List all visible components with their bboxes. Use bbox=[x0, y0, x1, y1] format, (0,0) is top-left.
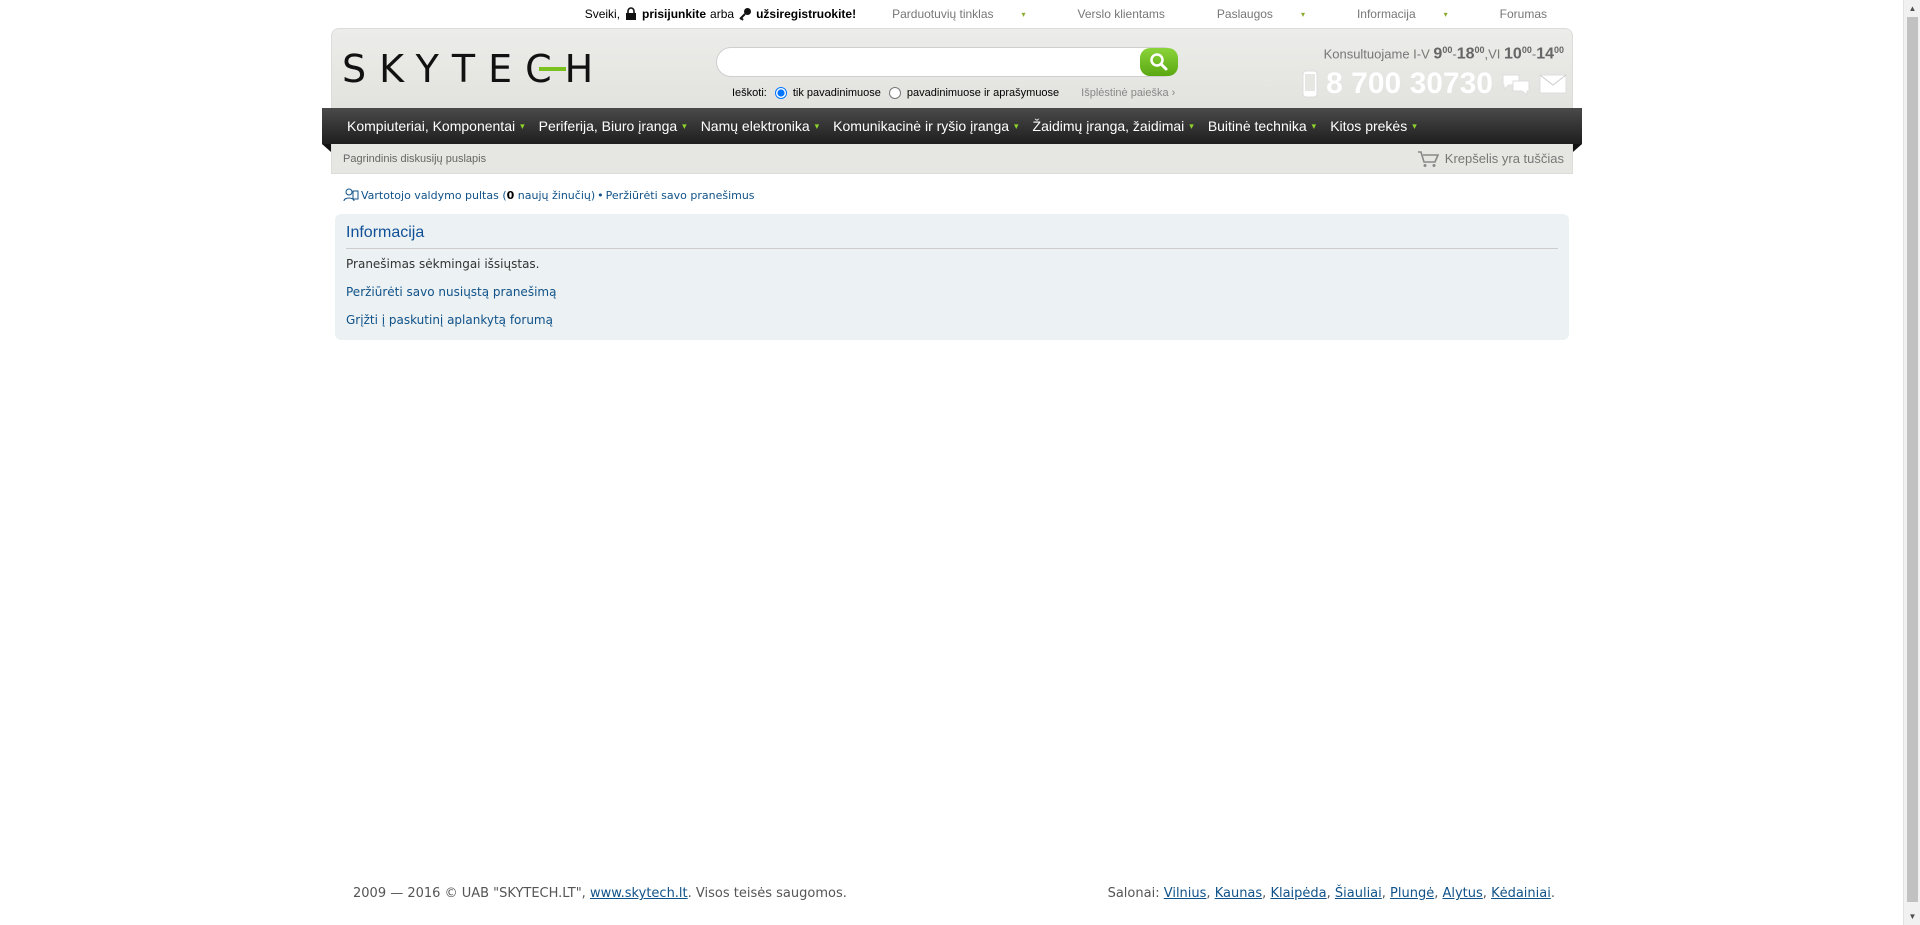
success-message: Pranešimas sėkmingai išsiųstas. bbox=[346, 257, 540, 271]
chevron-down-icon: ▾ bbox=[1443, 9, 1448, 19]
panel-title: Informacija bbox=[346, 224, 1558, 249]
search-options: Ieškoti: tik pavadinimuose pavadinimuose… bbox=[732, 87, 1175, 99]
nav-item-computers[interactable]: Kompiuteriai, Komponentai ▾ bbox=[340, 118, 532, 134]
site-link[interactable]: www.skytech.lt bbox=[590, 886, 688, 901]
radio-titles-descriptions[interactable] bbox=[888, 87, 901, 99]
main-navigation: Kompiuteriai, Komponentai ▾ Periferija, B… bbox=[322, 108, 1582, 152]
salons: Salonai: Vilnius, Kaunas, Klaipėda, Šiau… bbox=[1107, 886, 1555, 901]
chevron-down-icon: ▾ bbox=[1311, 120, 1317, 131]
top-link-information[interactable]: Informacija ▾ bbox=[1331, 7, 1474, 21]
site-header: SKYTECH Ieškoti: tik pavadinimuose pavad… bbox=[331, 28, 1573, 108]
advanced-search-link[interactable]: Išplėstinė paieška › bbox=[1081, 87, 1175, 99]
separator: • bbox=[597, 188, 604, 202]
salon-link[interactable]: Alytus bbox=[1442, 886, 1482, 901]
logo-accent-line bbox=[539, 67, 566, 71]
cart-status[interactable]: Krepšelis yra tuščias bbox=[1417, 150, 1564, 168]
scrollbar-thumb[interactable] bbox=[1907, 17, 1918, 902]
search-button[interactable] bbox=[1140, 48, 1178, 76]
radio-descriptions-label: pavadinimuose ir aprašymuose bbox=[906, 87, 1060, 99]
top-link-forum[interactable]: Forumas bbox=[1474, 7, 1573, 21]
page-container: Sveiki, prisijunkite arba užsiregistruok… bbox=[322, 0, 1582, 340]
search-input[interactable] bbox=[716, 47, 1178, 77]
chevron-down-icon: ▾ bbox=[1189, 120, 1194, 131]
ucp-link[interactable]: Vartotojo valdymo pultas (0 naujų žinuči… bbox=[361, 189, 595, 202]
cart-label: Krepšelis yra tuščias bbox=[1444, 151, 1564, 166]
top-bar: Sveiki, prisijunkite arba užsiregistruok… bbox=[331, 0, 1573, 28]
footer: 2009 — 2016 © UAB "SKYTECH.LT", www.skyt… bbox=[353, 886, 1555, 901]
chevron-down-icon: ▾ bbox=[682, 120, 687, 131]
phone-number[interactable]: 8 700 30730 bbox=[1326, 67, 1493, 101]
greeting-text: Sveiki, bbox=[584, 7, 621, 21]
radio-titles-only[interactable] bbox=[774, 87, 787, 99]
info-panel: Informacija Pranešimas sėkmingai išsiųst… bbox=[335, 214, 1569, 340]
salon-link[interactable]: Plungė bbox=[1390, 886, 1434, 901]
nav-item-other[interactable]: Kitos prekės ▾ bbox=[1323, 118, 1424, 134]
login-link[interactable]: prisijunkite bbox=[642, 7, 706, 21]
salon-link[interactable]: Klaipėda bbox=[1270, 886, 1326, 901]
chevron-down-icon: ▾ bbox=[1300, 9, 1305, 19]
salon-link[interactable]: Vilnius bbox=[1164, 886, 1207, 901]
salon-link[interactable]: Šiauliai bbox=[1335, 886, 1382, 901]
sub-bar: Pagrindinis diskusijų puslapis Krepšelis… bbox=[331, 144, 1573, 174]
back-to-forum-link[interactable]: Grįžti į paskutinį aplankytą forumą bbox=[346, 313, 1558, 327]
forum-content: Vartotojo valdymo pultas (0 naujų žinuči… bbox=[331, 188, 1573, 340]
chevron-down-icon: ▾ bbox=[520, 120, 525, 131]
breadcrumb[interactable]: Pagrindinis diskusijų puslapis bbox=[343, 153, 486, 165]
top-link-business[interactable]: Verslo klientams bbox=[1052, 7, 1191, 21]
consultation-hours: Konsultuojame I-V 900-1800,VI 1000-1400 bbox=[1323, 45, 1564, 63]
vertical-scrollbar[interactable]: ▲ ▼ bbox=[1903, 0, 1920, 925]
top-links: Parduotuvių tinklas ▾ Verslo klientams Pa… bbox=[866, 7, 1573, 21]
chevron-down-icon: ▾ bbox=[1021, 9, 1026, 19]
view-sent-message-link[interactable]: Peržiūrėti savo nusiųstą pranešimą bbox=[346, 285, 1558, 299]
lock-icon bbox=[626, 7, 637, 20]
nav-item-communication[interactable]: Komunikacinė ir ryšio įranga ▾ bbox=[826, 118, 1025, 134]
site-logo[interactable]: SKYTECH bbox=[342, 47, 606, 91]
email-icon[interactable] bbox=[1539, 74, 1567, 94]
greeting: Sveiki, prisijunkite arba užsiregistruok… bbox=[585, 7, 856, 21]
phone-contact: 8 700 30730 bbox=[1302, 67, 1567, 101]
radio-titles-label: tik pavadinimuose bbox=[792, 87, 881, 99]
salon-link[interactable]: Kaunas bbox=[1215, 886, 1262, 901]
chevron-down-icon: ▾ bbox=[1014, 120, 1019, 131]
chevron-down-icon: ▾ bbox=[1412, 120, 1417, 131]
nav-item-home-electronics[interactable]: Namų elektronika ▾ bbox=[694, 118, 826, 134]
register-link[interactable]: užsiregistruokite! bbox=[756, 7, 856, 21]
view-messages-link[interactable]: Peržiūrėti savo pranešimus bbox=[606, 189, 755, 202]
cart-icon bbox=[1417, 150, 1439, 167]
nav-item-gaming[interactable]: Žaidimų įranga, žaidimai ▾ bbox=[1026, 118, 1201, 134]
scroll-down-arrow-icon[interactable]: ▼ bbox=[1904, 908, 1920, 925]
top-link-services[interactable]: Paslaugos ▾ bbox=[1191, 7, 1331, 21]
user-icon bbox=[343, 188, 359, 202]
scroll-up-arrow-icon[interactable]: ▲ bbox=[1904, 0, 1920, 17]
search-in-label: Ieškoti: bbox=[732, 87, 767, 99]
key-icon bbox=[739, 8, 752, 21]
copyright: 2009 — 2016 © UAB "SKYTECH.LT", www.skyt… bbox=[353, 886, 847, 901]
chat-icon[interactable] bbox=[1501, 72, 1531, 96]
chevron-down-icon: ▾ bbox=[814, 120, 820, 131]
nav-item-peripherals[interactable]: Periferija, Biuro įranga ▾ bbox=[532, 118, 694, 134]
salon-link[interactable]: Kėdainiai bbox=[1491, 886, 1551, 901]
mobile-phone-icon bbox=[1302, 70, 1318, 98]
user-control-panel-bar: Vartotojo valdymo pultas (0 naujų žinuči… bbox=[335, 188, 1569, 202]
search-icon bbox=[1150, 53, 1168, 71]
or-text: arba bbox=[710, 7, 735, 21]
top-link-store-network[interactable]: Parduotuvių tinklas ▾ bbox=[866, 7, 1051, 21]
nav-item-appliances[interactable]: Buitinė technika ▾ bbox=[1201, 118, 1323, 134]
